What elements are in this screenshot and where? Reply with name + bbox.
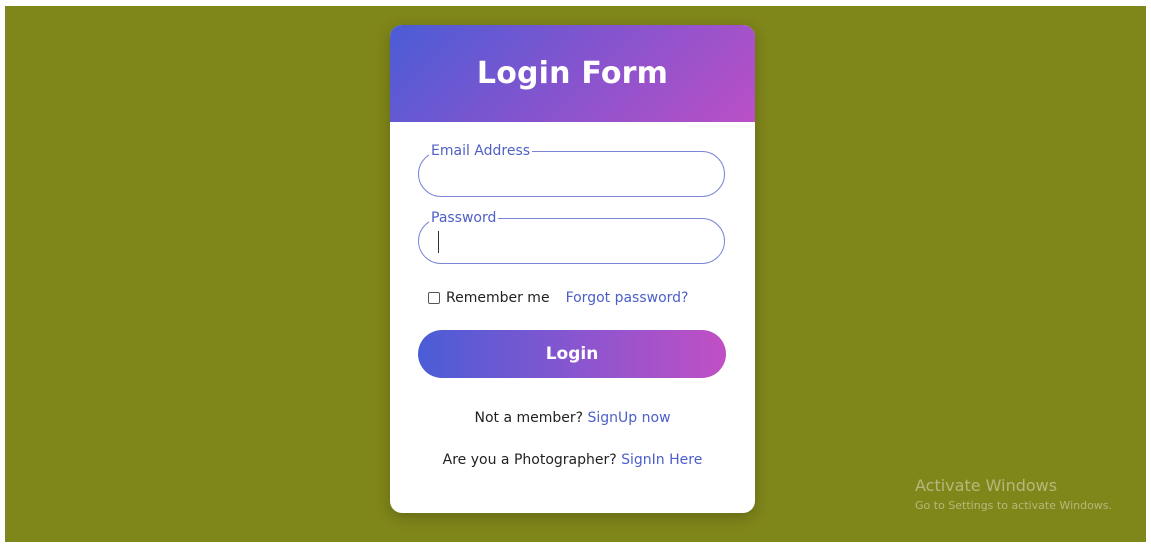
- forgot-password-link[interactable]: Forgot password?: [566, 290, 689, 306]
- login-options-row: Remember me Forgot password?: [428, 287, 728, 309]
- login-card: Login Form Email Address Password Rememb…: [390, 25, 755, 513]
- login-button[interactable]: Login: [418, 330, 726, 378]
- password-field[interactable]: Password: [418, 209, 725, 264]
- password-field-label: Password: [429, 209, 499, 227]
- signup-prompt: Not a member?: [474, 410, 584, 426]
- signup-link[interactable]: SignUp now: [588, 410, 671, 426]
- photographer-signin-link[interactable]: SignIn Here: [621, 452, 702, 468]
- email-field-label: Email Address: [429, 142, 533, 160]
- watermark-title: Activate Windows: [915, 476, 1058, 495]
- login-card-header: Login Form: [390, 25, 755, 122]
- page-background: Login Form Email Address Password Rememb…: [5, 6, 1146, 542]
- email-input[interactable]: [437, 162, 711, 188]
- text-cursor: [438, 231, 439, 253]
- activate-windows-watermark: Activate Windows Go to Settings to activ…: [915, 476, 1112, 514]
- password-input[interactable]: [437, 229, 711, 255]
- watermark-subtitle: Go to Settings to activate Windows.: [915, 499, 1113, 512]
- page-title: Login Form: [476, 56, 669, 91]
- remember-me-checkbox[interactable]: [428, 292, 440, 304]
- signup-row: Not a member? SignUp now: [390, 410, 755, 426]
- photographer-prompt: Are you a Photographer?: [442, 452, 617, 468]
- remember-me-label[interactable]: Remember me: [446, 290, 550, 306]
- email-field[interactable]: Email Address: [418, 142, 725, 197]
- photographer-row: Are you a Photographer? SignIn Here: [390, 452, 755, 468]
